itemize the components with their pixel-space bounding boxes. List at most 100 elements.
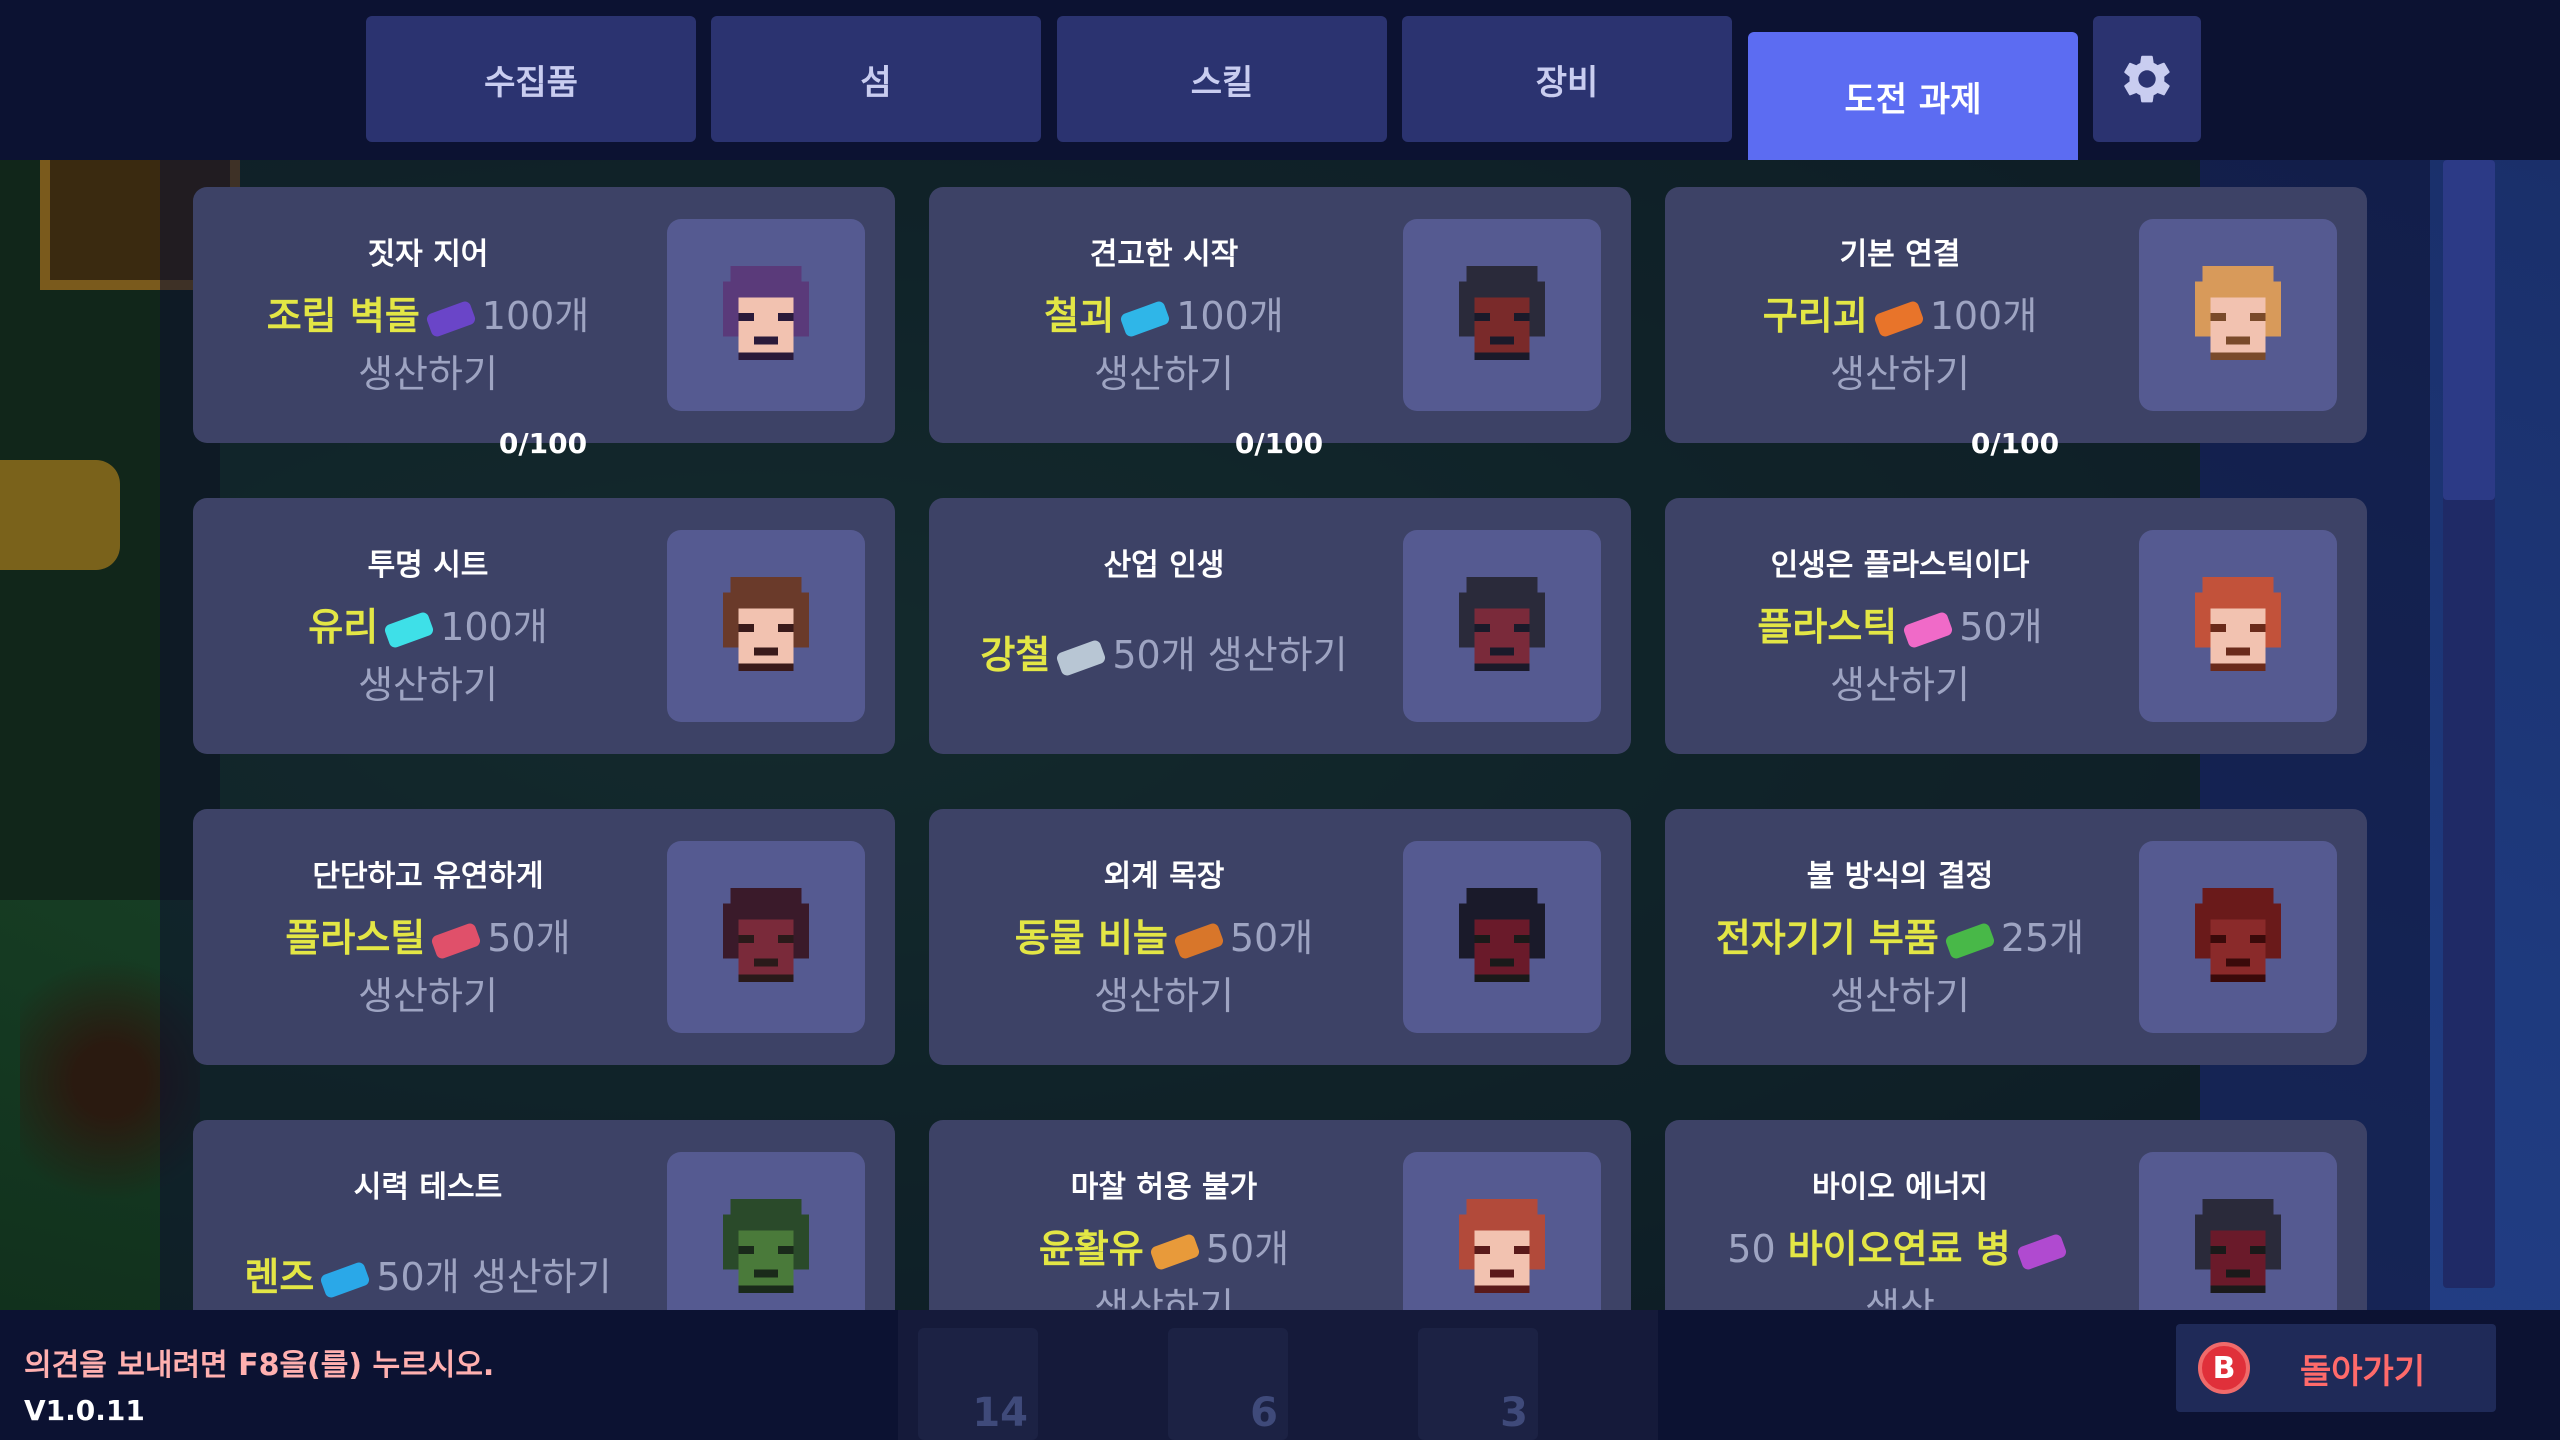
challenge-item-name: 조립 벽돌 [266,294,420,338]
npc-face-icon [1450,880,1554,994]
tab-island[interactable]: 섬 [711,16,1041,142]
tab-challenges[interactable]: 도전 과제 [1748,32,2078,160]
tab-skills[interactable]: 스킬 [1057,16,1387,142]
challenge-amount: 50개 [1229,916,1314,960]
challenge-amount: 50개 생산하기 [376,1255,612,1299]
feedback-hint: 의견을 보내려면 F8을(를) 누르시오. [24,1348,495,1383]
challenge-card[interactable]: 견고한 시작 철괴 100개 생산하기 [929,187,1631,443]
challenge-progress: 0/100 [1970,427,2060,460]
challenge-title: 바이오 에너지 [1811,1170,1989,1205]
back-button-label: 돌아가기 [2300,1351,2426,1392]
npc-face-icon [2186,880,2290,994]
challenge-title: 단단하고 유연하게 [312,859,544,894]
npc-face-icon [714,258,818,372]
hotbar: 14 6 3 [898,1310,1658,1440]
resource-icon [425,299,477,338]
resource-icon [1173,921,1225,960]
challenge-item-name: 강철 [980,633,1051,677]
scrollbar-thumb[interactable] [2443,160,2495,500]
npc-face-icon [2186,1191,2290,1305]
npc-portrait [2139,219,2337,411]
challenge-title: 짓자 지어 [367,237,489,272]
npc-face-icon [714,1191,818,1305]
b-button-icon: B [2198,1342,2250,1394]
npc-portrait [2139,841,2337,1033]
npc-portrait [1403,841,1601,1033]
hotbar-slot[interactable]: 14 [918,1328,1038,1440]
challenge-title: 견고한 시작 [1089,237,1239,272]
challenge-title: 산업 인생 [1103,548,1225,583]
npc-portrait [1403,219,1601,411]
challenge-action: 생산하기 [358,352,498,396]
tab-equipment[interactable]: 장비 [1402,16,1732,142]
resource-icon [1055,638,1108,677]
challenge-title: 시력 테스트 [353,1170,503,1205]
challenge-amount: 100개 [1929,294,2038,338]
hotbar-slot[interactable]: 6 [1168,1328,1288,1440]
resource-icon [430,921,482,960]
challenge-card[interactable]: 산업 인생 강철 50개 생산하기 [929,498,1631,754]
resource-icon [1872,299,1925,338]
npc-face-icon [1450,1191,1554,1305]
challenge-item-name: 플라스틸 [285,916,426,960]
challenge-amount: 25개 [2000,916,2085,960]
challenge-title: 마찰 허용 불가 [1070,1170,1258,1205]
challenge-item-name: 전자기기 부품 [1715,916,1939,960]
challenge-card[interactable]: 인생은 플라스틱이다 플라스틱 50개 생산하기 [1665,498,2367,754]
hotbar-slot[interactable]: 3 [1418,1328,1538,1440]
challenge-card[interactable]: 불 방식의 결정 전자기기 부품 25개 생산하기 [1665,809,2367,1065]
tab-collection[interactable]: 수집품 [366,16,696,142]
challenge-card[interactable]: 투명 시트 유리 100개 생산하기 [193,498,895,754]
version-label: V1.0.11 [24,1394,145,1427]
challenge-amount: 100개 [1176,294,1284,338]
npc-face-icon [1450,258,1554,372]
challenge-title: 인생은 플라스틱이다 [1770,548,2030,583]
resource-icon [1119,299,1171,338]
challenge-description: 플라스틱 50개 생산하기 [1685,598,2115,714]
challenge-card[interactable]: 짓자 지어 조립 벽돌 100개 생산하기 [193,187,895,443]
challenge-action: 생산하기 [1094,974,1234,1018]
challenge-item-name: 플라스틱 [1757,605,1898,649]
resource-icon [1149,1232,1201,1271]
npc-portrait [667,219,865,411]
challenge-title: 투명 시트 [367,548,489,583]
challenge-action: 생산하기 [1830,663,1970,707]
challenge-description: 철괴 100개 생산하기 [949,287,1379,403]
back-button[interactable]: B 돌아가기 [2176,1324,2496,1412]
challenge-amount: 100개 [481,294,590,338]
challenge-title: 외계 목장 [1103,859,1225,894]
resource-icon [2016,1232,2068,1271]
challenge-description: 구리괴 100개 생산하기 [1685,287,2115,403]
challenge-description: 조립 벽돌 100개 생산하기 [213,287,643,403]
challenge-description: 유리 100개 생산하기 [213,598,643,714]
npc-portrait [667,530,865,722]
resource-icon [319,1260,372,1299]
challenge-description: 강철 50개 생산하기 [949,626,1379,684]
npc-face-icon [2186,569,2290,683]
settings-button[interactable] [2093,16,2201,142]
challenge-amount: 50 [1727,1227,1776,1271]
npc-face-icon [2186,258,2290,372]
challenge-action: 생산하기 [1830,974,1970,1018]
challenge-item-name: 바이오연료 병 [1787,1227,2011,1271]
challenge-item-name: 구리괴 [1762,294,1868,338]
book-icon [0,460,120,570]
challenge-item-name: 철괴 [1044,294,1115,338]
gear-icon [2124,55,2170,103]
challenge-amount: 50개 생산하기 [1112,633,1348,677]
challenge-progress: 0/100 [498,427,588,460]
challenge-card[interactable]: 외계 목장 동물 비늘 50개 생산하기 [929,809,1631,1065]
challenge-item-name: 유리 [308,605,379,649]
challenge-action: 생산하기 [358,974,498,1018]
challenge-card[interactable]: 기본 연결 구리괴 100개 생산하기 [1665,187,2367,443]
resource-icon [1902,610,1954,649]
challenge-title: 불 방식의 결정 [1806,859,1994,894]
challenge-action: 생산하기 [358,663,498,707]
challenge-action: 생산하기 [1094,352,1234,396]
challenge-item-name: 동물 비늘 [1014,916,1168,960]
top-navigation-bar: 수집품 섬 스킬 장비 도전 과제 [0,0,2560,160]
challenge-progress: 0/100 [1234,427,1324,460]
resource-icon [1944,921,1996,960]
npc-face-icon [1450,569,1554,683]
challenge-card[interactable]: 단단하고 유연하게 플라스틸 50개 생산하기 [193,809,895,1065]
